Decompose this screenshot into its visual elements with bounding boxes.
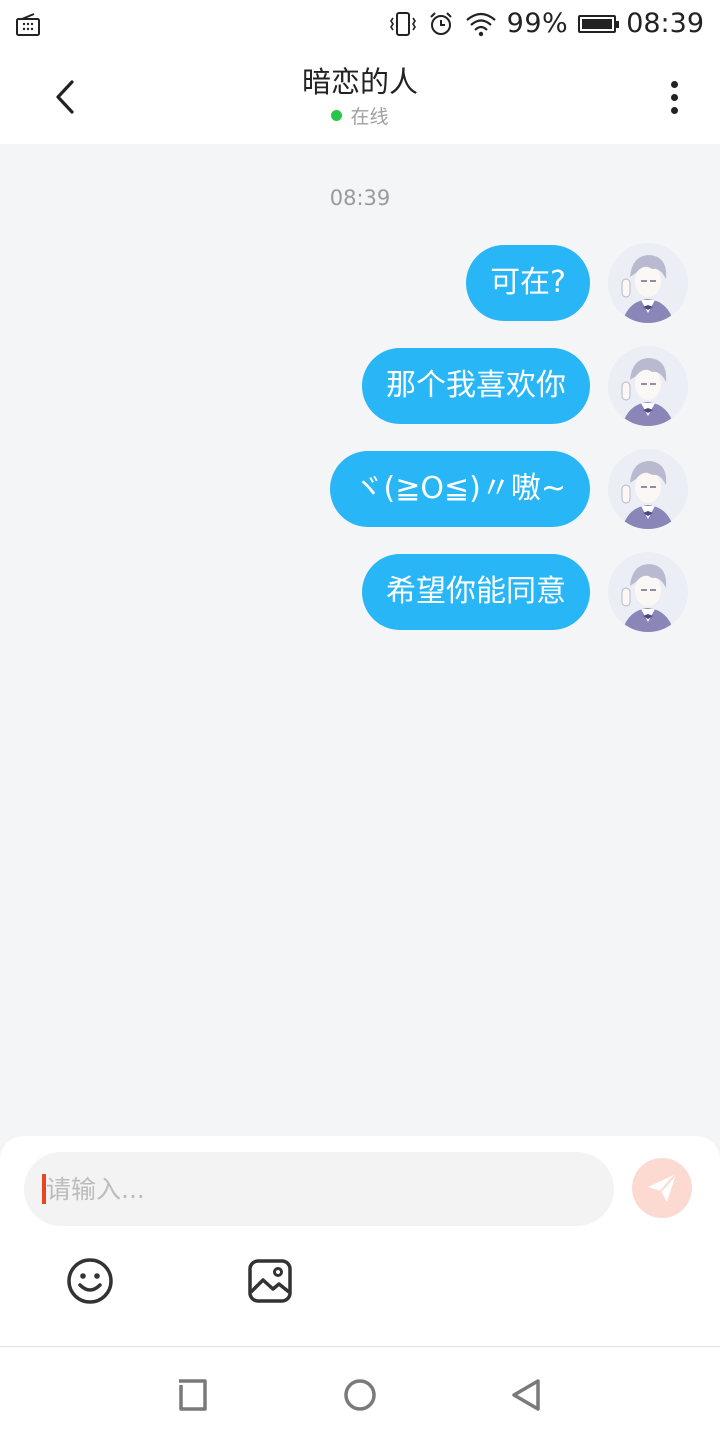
message-row: 可在?: [466, 243, 688, 323]
contact-info: 暗恋的人 在线: [0, 64, 720, 129]
status-bar: 99% 08:39: [0, 0, 720, 50]
avatar[interactable]: [608, 449, 688, 529]
avatar[interactable]: [608, 346, 688, 426]
nav-back-button[interactable]: [506, 1375, 546, 1415]
home-icon: [344, 1379, 376, 1411]
chat-header: 暗恋的人 在线: [0, 50, 720, 144]
battery-icon: [578, 14, 620, 33]
message-row: ヾ(≧O≦)〃嗷~: [329, 449, 688, 529]
radio-icon: [16, 13, 40, 36]
avatar[interactable]: [608, 552, 688, 632]
presence-status: 在线: [0, 102, 720, 129]
emoji-button[interactable]: [65, 1256, 115, 1306]
system-navigation-bar: [0, 1347, 720, 1440]
wifi-icon: [465, 12, 496, 36]
image-button[interactable]: [245, 1256, 295, 1306]
message-bubble[interactable]: 希望你能同意: [362, 554, 590, 630]
message-timestamp: 08:39: [329, 186, 391, 210]
message-bubble[interactable]: ヾ(≧O≦)〃嗷~: [329, 451, 590, 527]
message-row: 那个我喜欢你: [362, 346, 688, 426]
online-dot-icon: [331, 110, 343, 121]
home-button[interactable]: [340, 1375, 380, 1415]
message-input[interactable]: [42, 1152, 596, 1226]
message-input-box: [24, 1152, 614, 1226]
dot: [670, 106, 678, 114]
image-icon: [248, 1259, 292, 1303]
send-button[interactable]: [632, 1158, 692, 1218]
more-options-button[interactable]: [652, 72, 696, 122]
vibrate-icon: [389, 11, 416, 36]
recent-apps-icon: [179, 1379, 207, 1411]
emoji-icon: [67, 1258, 113, 1304]
dot: [670, 80, 678, 88]
back-icon: [512, 1379, 540, 1411]
battery-percentage: 99%: [506, 8, 569, 39]
recent-apps-button[interactable]: [172, 1375, 212, 1415]
contact-name: 暗恋的人: [301, 65, 418, 99]
text-caret: [42, 1174, 46, 1204]
avatar[interactable]: [608, 243, 688, 323]
dot: [670, 93, 678, 101]
presence-label: 在线: [350, 106, 389, 128]
alarm-icon: [429, 11, 452, 35]
composer-panel: [0, 1136, 720, 1347]
status-time: 08:39: [626, 8, 704, 39]
send-icon: [648, 1173, 677, 1202]
battery-level: [582, 18, 613, 29]
message-bubble[interactable]: 那个我喜欢你: [362, 348, 590, 424]
message-row: 希望你能同意: [362, 552, 688, 632]
status-right: 99% 08:39: [389, 8, 704, 39]
message-bubble[interactable]: 可在?: [466, 245, 590, 321]
